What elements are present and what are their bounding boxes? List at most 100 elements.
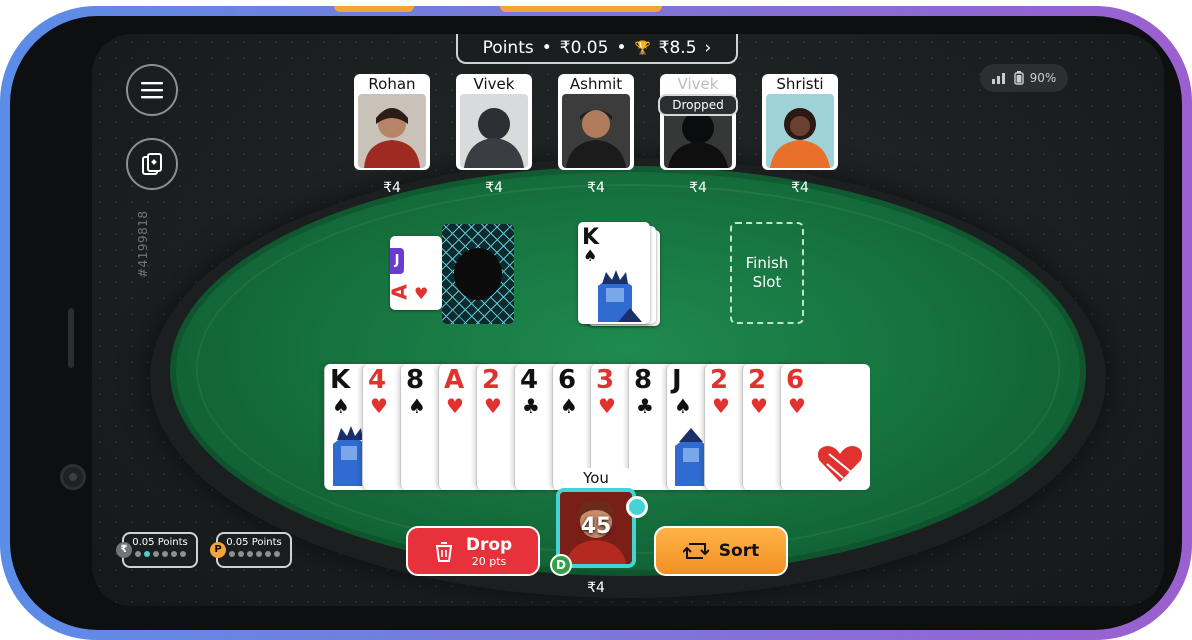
menu-button[interactable] [126, 64, 178, 116]
card-rank: 2 [748, 365, 767, 395]
closed-deck[interactable] [442, 224, 514, 324]
dropped-badge: Dropped [658, 94, 738, 116]
card-rank: J [672, 365, 682, 395]
cards-icon [142, 153, 162, 175]
card-suit: ♥ [414, 284, 429, 303]
player-name: Shristi [776, 75, 824, 93]
open-card[interactable]: K ♠ [578, 222, 650, 324]
rupee-coin-icon: ₹ [116, 542, 132, 558]
card-suit: ♠ [332, 394, 350, 418]
drop-icon [435, 542, 452, 562]
drop-label: Drop [465, 534, 513, 555]
mini-table-label: 0.05 Points [226, 537, 282, 548]
table-id: #4199818 [136, 210, 150, 279]
chevron-right-icon: › [704, 38, 712, 58]
card-suit: ♥ [750, 394, 768, 418]
player-amount: ₹4 [587, 180, 605, 196]
card-suit: ♥ [484, 394, 502, 418]
signal-icon [991, 73, 1005, 84]
heart-illustration [818, 446, 862, 482]
card-suit: ♥ [712, 394, 730, 418]
avatar [562, 94, 630, 168]
player-name: Vivek [677, 75, 719, 93]
card-suit: ♠ [560, 394, 578, 418]
player-seat[interactable]: Rohan ₹4 [354, 74, 430, 196]
you-seat: You 45 D ₹4 [550, 468, 648, 596]
speaker [68, 308, 74, 368]
card-suit: ♠ [674, 394, 692, 418]
avatar [358, 94, 426, 168]
status-indicator: 90% [980, 64, 1068, 92]
card-rank: A [444, 365, 465, 395]
card-rank: 8 [406, 365, 425, 395]
finish-slot[interactable]: Finish Slot [730, 222, 804, 324]
card-rank: K [330, 365, 351, 395]
card-suit: ♥ [788, 394, 806, 418]
timer-dot [626, 496, 648, 518]
player-seat[interactable]: Ashmit ₹4 [558, 74, 634, 196]
you-avatar-frame: 45 D [550, 488, 648, 576]
dealer-badge: D [550, 554, 572, 576]
card-rank: 6 [786, 365, 805, 395]
card-rank: A [387, 284, 412, 300]
joker-label: J [390, 248, 404, 274]
player-name: Ashmit [569, 75, 623, 93]
seat-dots [124, 551, 196, 557]
card-rank: 6 [558, 365, 577, 395]
drop-points: 20 pts [471, 554, 507, 568]
card-rank: 3 [596, 365, 615, 395]
cards-info-button[interactable] [126, 138, 178, 190]
card-suit: ♠ [583, 246, 598, 265]
king-illustration [598, 270, 642, 322]
battery-icon [1013, 71, 1024, 85]
card-rank: 4 [368, 365, 387, 395]
game-info-bar[interactable]: Points • ₹0.05 • 🏆 ₹8.5 › [456, 34, 738, 64]
game-screen: Points • ₹0.05 • 🏆 ₹8.5 › #4199818 90% R… [92, 34, 1164, 606]
card-suit: ♥ [598, 394, 616, 418]
player-seat[interactable]: Vivek ₹4 [456, 74, 532, 196]
drop-button[interactable]: Drop 20 pts [406, 526, 540, 576]
player-seat[interactable]: Shristi ₹4 [762, 74, 838, 196]
avatar [460, 94, 528, 168]
menu-icon [141, 82, 163, 99]
card-suit: ♠ [408, 394, 426, 418]
bullet: • [541, 38, 552, 58]
card-rank: 4 [520, 365, 539, 395]
player-name: Rohan [368, 75, 416, 93]
mini-table-label: 0.05 Points [132, 537, 188, 548]
finish-label-1: Finish [745, 254, 789, 272]
entry-value: ₹0.05 [559, 38, 609, 58]
card-suit: ♣ [636, 394, 654, 418]
card-suit: ♣ [522, 394, 540, 418]
you-amount: ₹4 [587, 580, 605, 596]
volume-button [334, 6, 414, 12]
trophy-icon: 🏆 [634, 40, 651, 56]
sort-icon [682, 543, 709, 559]
player-amount: ₹4 [689, 180, 707, 196]
power-button [500, 6, 662, 12]
you-label: You [560, 468, 632, 488]
turn-timer: 45 [580, 514, 612, 539]
mini-table-1[interactable]: ₹ 0.05 Points [116, 532, 198, 568]
player-amount: ₹4 [791, 180, 809, 196]
hand-card[interactable]: 6 ♥ [780, 364, 870, 490]
prize-value: ₹8.5 [658, 38, 697, 58]
game-type: Points [482, 38, 534, 58]
seat-dots [218, 551, 290, 557]
battery-percent: 90% [1029, 71, 1057, 85]
sort-button[interactable]: Sort [654, 526, 788, 576]
player-amount: ₹4 [383, 180, 401, 196]
mini-table-2[interactable]: P 0.05 Points [210, 532, 292, 568]
avatar [766, 94, 834, 168]
card-rank: 2 [482, 365, 501, 395]
card-suit: ♥ [446, 394, 464, 418]
sort-label: Sort [718, 541, 760, 561]
player-seat-dropped[interactable]: Vivek Dropped ₹4 [658, 74, 738, 196]
camera-icon [60, 464, 86, 490]
card-rank: 2 [710, 365, 729, 395]
bullet: • [616, 38, 627, 58]
card-rank: 8 [634, 365, 653, 395]
card-suit: ♥ [370, 394, 388, 418]
player-amount: ₹4 [485, 180, 503, 196]
discard-pile[interactable]: J A ♥ [387, 236, 442, 310]
